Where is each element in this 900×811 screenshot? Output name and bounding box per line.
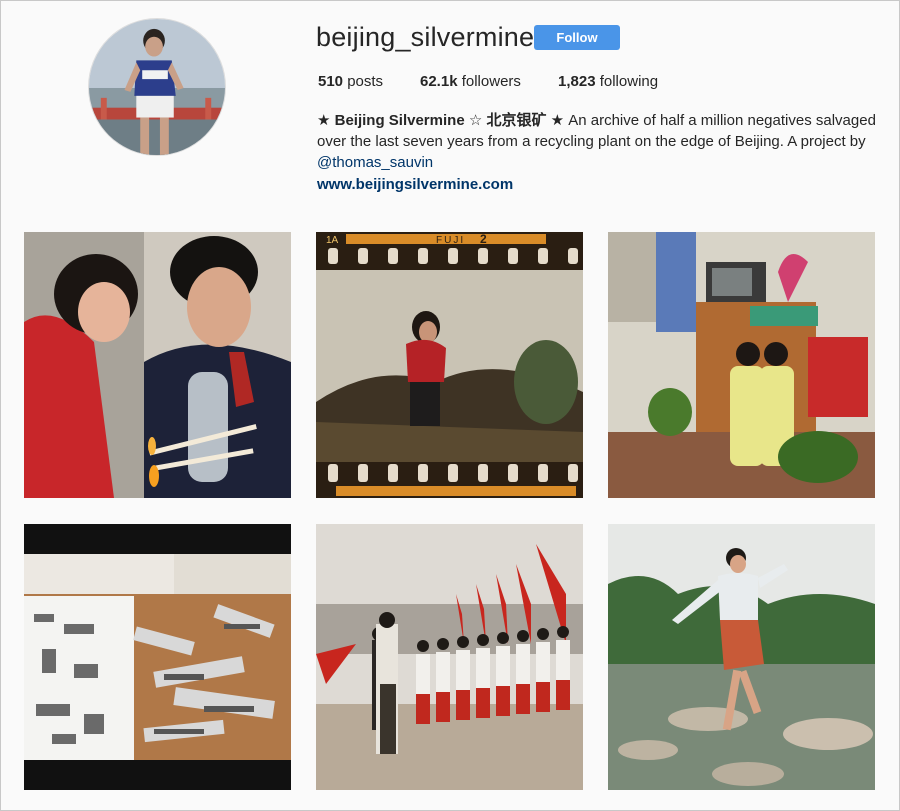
post-photo-parade [316,524,583,790]
post-photo-twins [608,232,875,498]
posts-count: 510 [318,73,344,90]
following-stat[interactable]: 1,823 following [558,73,658,90]
post-photo-couple [24,232,291,498]
profile-bio: ★ Beijing Silvermine ☆ 北京银矿 ★ An archive… [317,110,887,195]
post-tile-2[interactable]: 1A FUJI 2 [316,232,583,498]
post-photo-pond [608,524,875,790]
bio-mention-link[interactable]: @thomas_sauvin [317,154,433,171]
post-tile-1[interactable] [24,232,291,498]
followers-label: followers [461,73,521,90]
follow-button[interactable]: Follow [534,25,620,50]
post-photo-negatives [24,524,291,790]
post-tile-3[interactable] [608,232,875,498]
profile-username: beijing_silvermine [316,22,535,52]
post-tile-4[interactable] [24,524,291,790]
post-tile-6[interactable] [608,524,875,790]
avatar-photo [89,19,225,155]
posts-stat: 510 posts [318,73,383,90]
followers-count: 62.1k [420,73,458,90]
post-tile-5[interactable] [316,524,583,790]
profile-website-link[interactable]: www.beijingsilvermine.com [317,174,887,195]
profile-full-name: ★ Beijing Silvermine ☆ 北京银矿 ★ [317,112,565,129]
film-brand-label: FUJI [436,235,465,246]
posts-label: posts [347,73,384,90]
film-frame-number: 1A [326,235,339,246]
post-photo-film-strip: 1A FUJI 2 [316,232,583,498]
followers-stat[interactable]: 62.1k followers [420,73,521,90]
film-frame-index: 2 [480,232,487,246]
following-count: 1,823 [558,73,596,90]
profile-avatar[interactable] [88,18,226,156]
following-label: following [599,73,659,90]
